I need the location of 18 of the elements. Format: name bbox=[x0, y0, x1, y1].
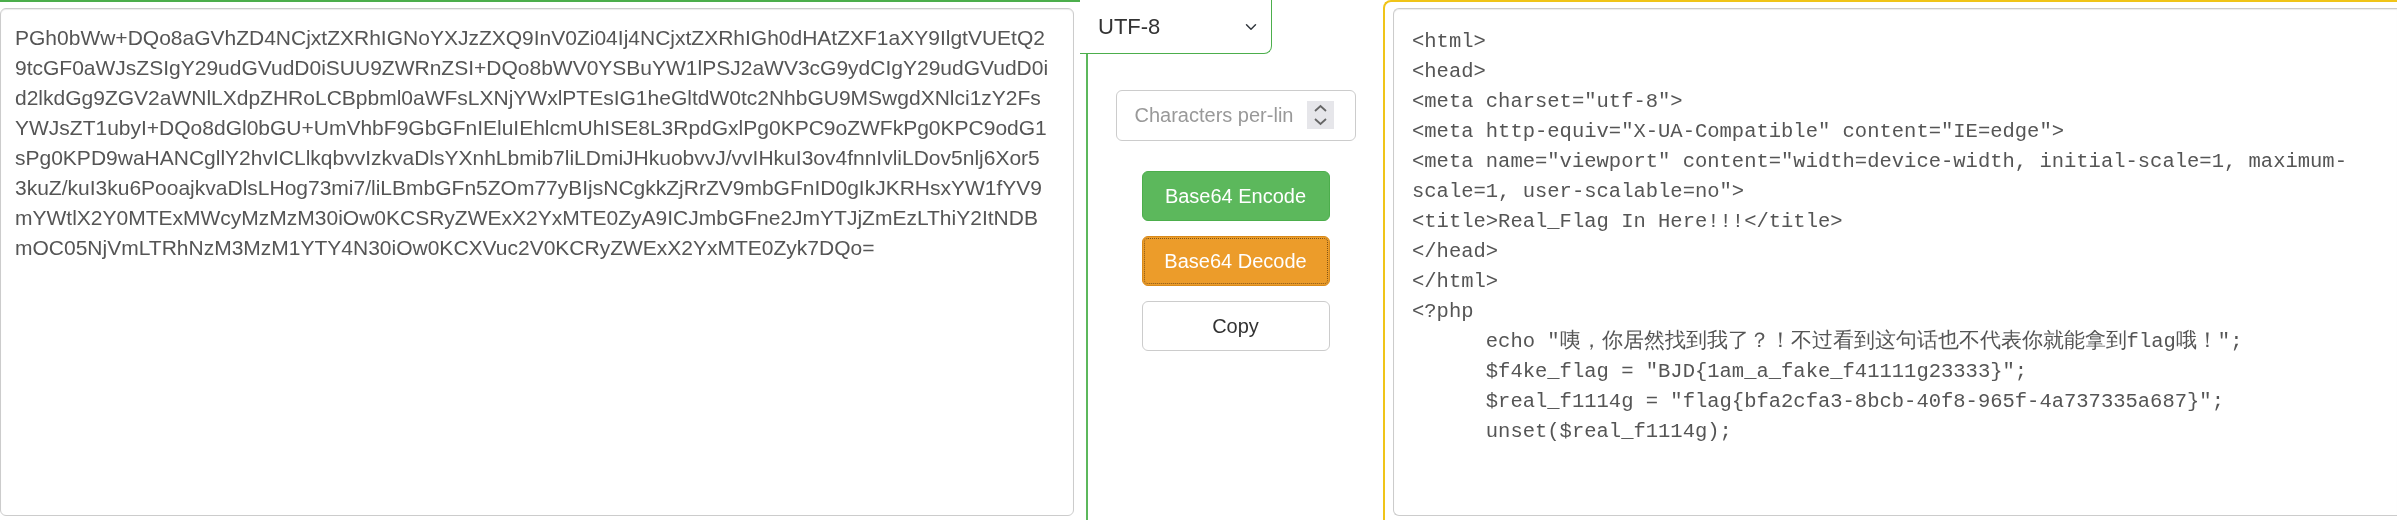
characters-per-line-field[interactable]: Characters per-lin bbox=[1115, 90, 1356, 141]
code-line: <head> bbox=[1412, 59, 1487, 85]
encoding-select[interactable]: UTF-8 bbox=[1080, 0, 1272, 54]
code-line: $real_f1114g = "flag{bfa2cfa3-8bcb-40f8-965f-4a737335a687}"; bbox=[1484, 389, 2225, 415]
spinner-icon[interactable] bbox=[1306, 101, 1334, 129]
code-line: <?php bbox=[1412, 299, 1475, 325]
code-line: <meta http-equiv="X-UA-Compatible" content="IE=edge"> bbox=[1412, 119, 2065, 145]
input-field[interactable]: PGh0bWw+DQo8aGVhZD4NCjxtZXRhIGNoYXJzZXQ9InV0Zi04Ij4NCjxtZXRhIGh0dHAtZXF1aXY9IlgtVUEtQ29tcGF0aWJsZSIgY29udGVudD0iSUU9ZWRnZSI+DQo8bWV0YSBuYW1lPSJ2aWV3cG9ydCIgY29udGVudD0id2lkdGg9ZGV2aWNlLXdpZHRoLCBpbml0aWFsLXNjYWxlPTEsIG1heGltdW0tc2NhbGU9MSwgdXNlci1zY2FsYWJsZT1ubyI+DQo8dGl0bGU+UmVhbF9GbGFnIEluIEhlcmUhISE8L3RpdGxlPg0KPC9oZWFkPg0KPC9odG1sPg0KPD9waHANCgllY2hvICLlkqbvvIzkvaDlsYXnhLbmib7liLDmiJHkuobvvJ/vvIHkuI3ov4fnnIvliLDov5nlj6Xor53kuZ/kuI3ku6PooajkvaDlsLHog73mi7/liLBmbGFn5ZOm77yBIjsNCgkkZjRrZV9mbGFnID0gIkJKRHsxYW1fYV9mYWtlX2Y0MTExMWcyMzMzM30iOw0KCSRyZWExX2YxMTE0ZyA9ICJmbGFne2JmYTJjZmEzLThiY2ItNDBmOC05NjVmLTRhNzM3MzM1YTY4N30iOw0KCXVuc2V0KCRyZWExX2YxMTE0Zyk7DQo= bbox=[0, 8, 1074, 516]
code-line: </head> bbox=[1412, 239, 1500, 265]
code-line: </html> bbox=[1412, 269, 1500, 295]
code-line: echo "咦，你居然找到我了？！不过看到这句话也不代表你就能拿到flag哦！"; bbox=[1484, 328, 2244, 355]
code-line: $f4ke_flag = "BJD{1am_a_fake_f41111g23333}"; bbox=[1484, 359, 2029, 385]
code-line: <title>Real_Flag In Here!!!</title> bbox=[1412, 209, 1844, 235]
code-line: <html> bbox=[1412, 29, 1487, 55]
code-line: unset($real_f1114g); bbox=[1484, 419, 1733, 445]
copy-button[interactable]: Copy bbox=[1141, 301, 1330, 351]
code-line: <meta charset="utf-8"> bbox=[1412, 89, 1684, 115]
code-line: <meta name="viewport" content="width=device-width, initial-scale=1, maximum-scale=1, user-scalable=no"> bbox=[1412, 149, 2348, 205]
